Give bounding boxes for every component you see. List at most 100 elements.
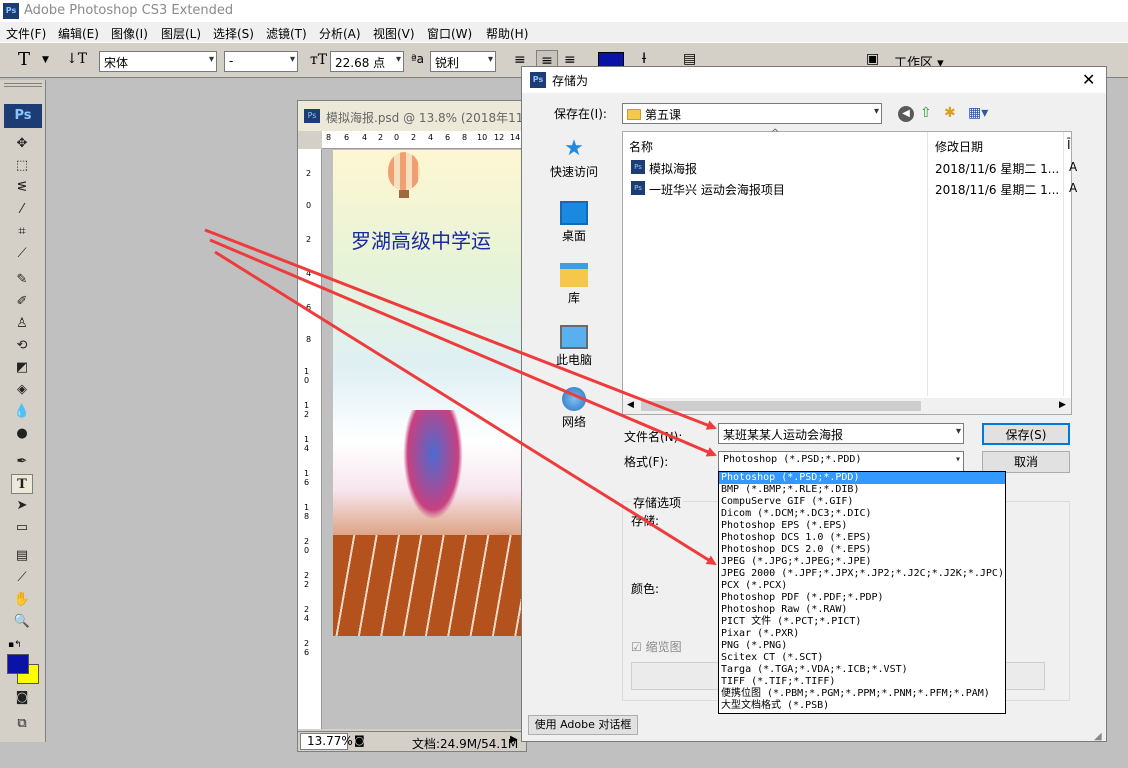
- menu-edit[interactable]: 编辑(E): [58, 25, 99, 42]
- format-option[interactable]: JPEG (*.JPG;*.JPEG;*.JPE): [719, 556, 1005, 568]
- format-option[interactable]: Photoshop Raw (*.RAW): [719, 604, 1005, 616]
- quick-mask-icon[interactable]: ◙: [11, 688, 33, 708]
- format-option[interactable]: Targa (*.TGA;*.VDA;*.ICB;*.VST): [719, 664, 1005, 676]
- column-header-name[interactable]: 名称: [629, 138, 653, 155]
- slice-tool-icon[interactable]: ⟋: [11, 244, 33, 264]
- pen-tool-icon[interactable]: ✒: [11, 452, 33, 472]
- marquee-tool-icon[interactable]: ⬚: [11, 156, 33, 176]
- format-option[interactable]: Scitex CT (*.SCT): [719, 652, 1005, 664]
- font-style-select[interactable]: - ▾: [224, 51, 298, 72]
- cancel-button[interactable]: 取消: [982, 451, 1070, 473]
- foreground-color-swatch[interactable]: [7, 654, 29, 674]
- thumbnail-checkbox[interactable]: ☑ 缩览图: [631, 638, 682, 655]
- menu-analysis[interactable]: 分析(A): [319, 25, 361, 42]
- menu-help[interactable]: 帮助(H): [486, 25, 528, 42]
- use-adobe-dialog-button[interactable]: 使用 Adobe 对话框: [528, 715, 638, 735]
- format-option[interactable]: PNG (*.PNG): [719, 640, 1005, 652]
- menu-layer[interactable]: 图层(L): [161, 25, 201, 42]
- notes-tool-icon[interactable]: ▤: [11, 546, 33, 566]
- file-list[interactable]: ^ 名称 修改日期 Ī Ps 模拟海报 2018/11/6 星期二 1... A…: [622, 128, 1077, 415]
- text-orientation-icon[interactable]: ↓T: [66, 51, 87, 67]
- hand-tool-icon[interactable]: ✋: [11, 590, 33, 610]
- zoom-level-field[interactable]: 13.77%: [300, 733, 353, 750]
- format-dropdown-list[interactable]: Photoshop (*.PSD;*.PDD) BMP (*.BMP;*.RLE…: [718, 471, 1006, 714]
- healing-brush-tool-icon[interactable]: ✎: [11, 270, 33, 290]
- scroll-right-icon[interactable]: ▶: [510, 734, 518, 745]
- place-quick-access[interactable]: ★ 快速访问: [532, 137, 616, 180]
- format-option[interactable]: Photoshop DCS 1.0 (*.EPS): [719, 532, 1005, 544]
- path-selection-tool-icon[interactable]: ➤: [11, 496, 33, 516]
- file-row[interactable]: Ps 模拟海报 2018/11/6 星期二 1... A: [629, 158, 1077, 178]
- lasso-tool-icon[interactable]: ᓬ: [11, 178, 33, 198]
- horizontal-scrollbar[interactable]: ◀ ▶: [623, 398, 1071, 414]
- view-menu-icon[interactable]: ▦▾: [968, 105, 988, 121]
- save-in-select[interactable]: 第五课 ▾: [622, 103, 882, 124]
- eraser-tool-icon[interactable]: ◩: [11, 358, 33, 378]
- ruler-horizontal[interactable]: 8 6 4 2 0 2 4 6 8 10 12 14: [322, 131, 526, 149]
- place-libraries[interactable]: 库: [532, 263, 616, 306]
- format-option[interactable]: BMP (*.BMP;*.RLE;*.DIB): [719, 484, 1005, 496]
- column-header-extra[interactable]: Ī: [1067, 138, 1071, 152]
- menu-select[interactable]: 选择(S): [213, 25, 254, 42]
- palettes-icon[interactable]: ▤: [683, 51, 696, 67]
- screen-mode-icon[interactable]: ⧉: [11, 714, 33, 734]
- dialog-title-bar[interactable]: Ps 存储为 ✕: [522, 67, 1106, 93]
- column-header-date[interactable]: 修改日期: [935, 138, 983, 155]
- ruler-vertical[interactable]: 2 0 2 4 6 8 1 0 1 2 1 4 1 6 1 8 2 0 2 2 …: [298, 149, 322, 729]
- type-tool-preset-icon[interactable]: T: [18, 49, 30, 70]
- place-desktop[interactable]: 桌面: [532, 201, 616, 244]
- poster-canvas[interactable]: 罗湖高级中学运: [333, 150, 523, 636]
- shape-tool-icon[interactable]: ▭: [11, 518, 33, 538]
- format-option[interactable]: TIFF (*.TIF;*.TIFF): [719, 676, 1005, 688]
- paint-bucket-tool-icon[interactable]: ◈: [11, 380, 33, 400]
- menu-filter[interactable]: 滤镜(T): [266, 25, 307, 42]
- document-title-bar[interactable]: Ps 模拟海报.psd @ 13.8% (2018年11月: [298, 101, 526, 131]
- default-colors-icon[interactable]: ▪↰: [8, 640, 22, 650]
- crop-tool-icon[interactable]: ⌗: [11, 222, 33, 242]
- format-option[interactable]: 便携位图 (*.PBM;*.PGM;*.PPM;*.PNM;*.PFM;*.PA…: [719, 688, 1005, 700]
- dodge-tool-icon[interactable]: ●: [11, 424, 33, 444]
- format-option[interactable]: PCX (*.PCX): [719, 580, 1005, 592]
- format-option[interactable]: CompuServe GIF (*.GIF): [719, 496, 1005, 508]
- poster-title-text[interactable]: 罗湖高级中学运: [351, 225, 491, 254]
- menu-window[interactable]: 窗口(W): [427, 25, 472, 42]
- format-select[interactable]: Photoshop (*.PSD;*.PDD) ▾: [718, 451, 964, 472]
- chevron-down-icon[interactable]: ▼: [42, 55, 49, 65]
- eyedropper-tool-icon[interactable]: ⟋: [11, 568, 33, 588]
- history-brush-tool-icon[interactable]: ⟲: [11, 336, 33, 356]
- magic-wand-tool-icon[interactable]: ⁄: [11, 200, 33, 220]
- menu-file[interactable]: 文件(F): [6, 25, 46, 42]
- format-option[interactable]: Photoshop PDF (*.PDF;*.PDP): [719, 592, 1005, 604]
- up-folder-icon[interactable]: ⇧: [920, 105, 932, 121]
- zoom-tool-icon[interactable]: 🔍: [11, 612, 33, 632]
- menu-image[interactable]: 图像(I): [111, 25, 148, 42]
- close-icon[interactable]: ✕: [1082, 70, 1095, 89]
- status-options-icon[interactable]: ◙: [354, 734, 365, 747]
- resize-grip-icon[interactable]: ◢: [1094, 731, 1102, 742]
- format-option[interactable]: Photoshop DCS 2.0 (*.EPS): [719, 544, 1005, 556]
- file-browser-icon[interactable]: ▣: [866, 51, 879, 67]
- brush-tool-icon[interactable]: ✐: [11, 292, 33, 312]
- format-option[interactable]: JPEG 2000 (*.JPF;*.JPX;*.JP2;*.J2C;*.J2K…: [719, 568, 1005, 580]
- blur-tool-icon[interactable]: 💧: [11, 402, 33, 422]
- font-size-select[interactable]: 22.68 点 ▾: [330, 51, 404, 72]
- menu-view[interactable]: 视图(V): [373, 25, 415, 42]
- filename-input[interactable]: 某班某某人运动会海报 ▾: [718, 423, 964, 444]
- move-tool-icon[interactable]: ✥: [11, 134, 33, 154]
- place-this-pc[interactable]: 此电脑: [532, 325, 616, 368]
- type-tool-icon[interactable]: T: [11, 474, 33, 494]
- panel-grip[interactable]: [4, 83, 42, 87]
- back-icon[interactable]: ◀: [898, 106, 914, 122]
- place-network[interactable]: 网络: [532, 387, 616, 430]
- file-row[interactable]: Ps 一班华兴 运动会海报项目 2018/11/6 星期二 1... A: [629, 179, 1077, 199]
- format-option[interactable]: Dicom (*.DCM;*.DC3;*.DIC): [719, 508, 1005, 520]
- format-option[interactable]: Photoshop (*.PSD;*.PDD): [719, 472, 1005, 484]
- font-family-select[interactable]: 宋体 ▾: [99, 51, 217, 72]
- format-option[interactable]: 大型文档格式 (*.PSB): [719, 700, 1005, 712]
- warp-text-icon[interactable]: Ɨ: [642, 51, 646, 67]
- format-option[interactable]: Photoshop EPS (*.EPS): [719, 520, 1005, 532]
- clone-stamp-tool-icon[interactable]: ♙: [11, 314, 33, 334]
- antialias-select[interactable]: 锐利 ▾: [430, 51, 496, 72]
- format-option[interactable]: PICT 文件 (*.PCT;*.PICT): [719, 616, 1005, 628]
- format-option[interactable]: Pixar (*.PXR): [719, 628, 1005, 640]
